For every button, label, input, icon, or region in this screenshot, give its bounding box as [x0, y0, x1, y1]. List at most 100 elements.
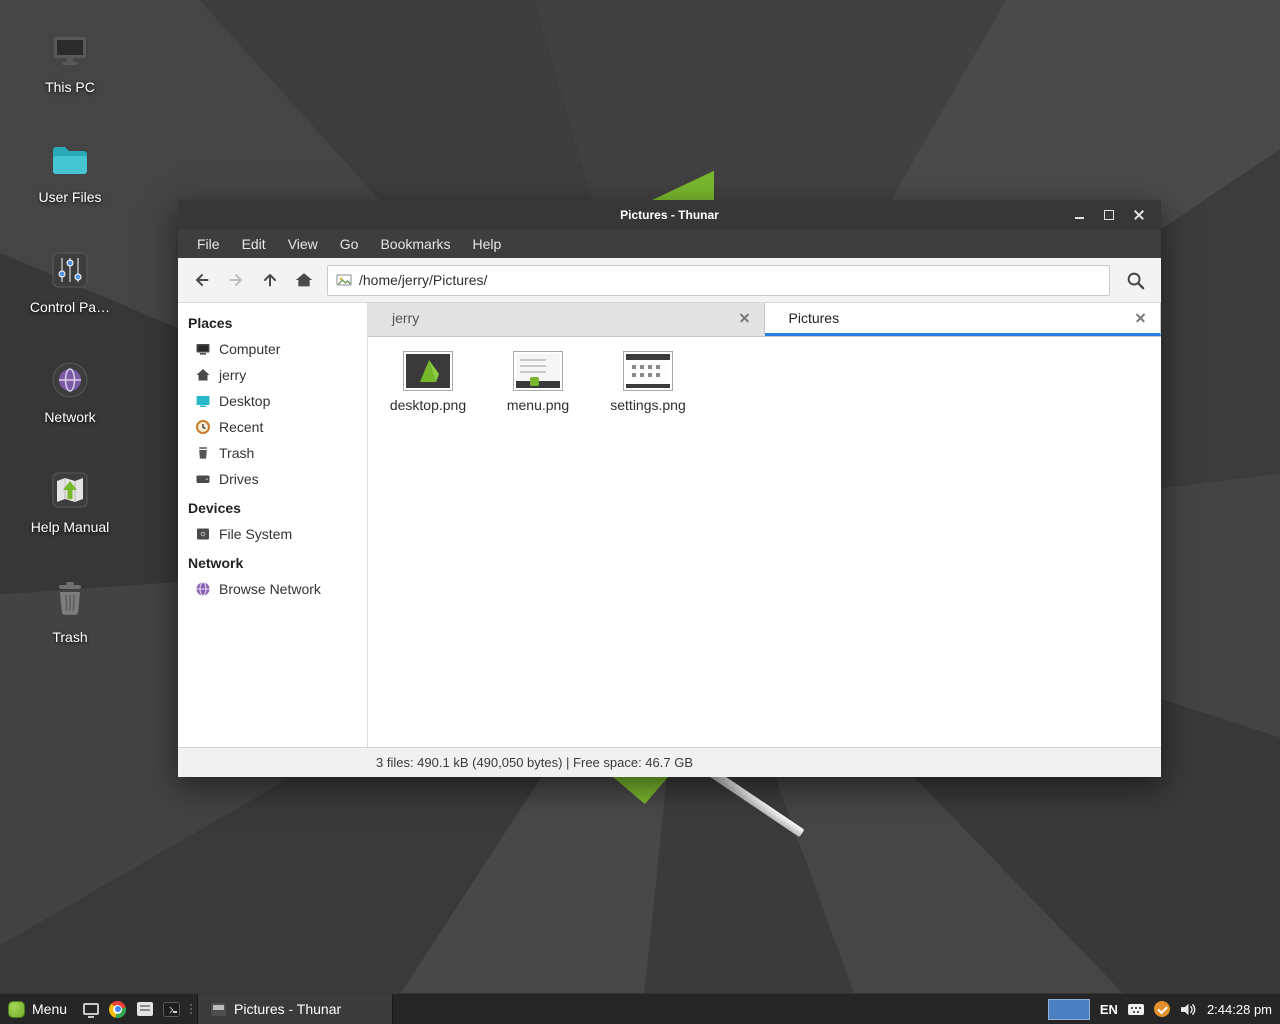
- menu-file[interactable]: File: [186, 230, 231, 258]
- menu-bookmarks[interactable]: Bookmarks: [369, 230, 461, 258]
- file-name: menu.png: [490, 397, 586, 413]
- sidebar-section-network: Network: [178, 547, 367, 576]
- tab-pictures[interactable]: Pictures: [765, 303, 1162, 336]
- sidebar-item-recent[interactable]: Recent: [178, 414, 367, 440]
- file-name: settings.png: [600, 397, 696, 413]
- workspace-pager[interactable]: [1048, 999, 1090, 1020]
- terminal-icon: [163, 1002, 180, 1017]
- sidebar-item-trash[interactable]: Trash: [178, 440, 367, 466]
- search-button[interactable]: [1118, 265, 1152, 295]
- back-icon: [192, 270, 212, 290]
- sidebar-item-label: Drives: [219, 471, 259, 487]
- keyboard-icon[interactable]: [1128, 1004, 1144, 1015]
- desktop-icon-network[interactable]: Network: [18, 356, 122, 425]
- tasklist-grip: [185, 994, 197, 1024]
- tab-close-icon[interactable]: [1132, 309, 1150, 327]
- sidebar-item-label: Recent: [219, 419, 263, 435]
- clock[interactable]: 2:44:28 pm: [1207, 1002, 1272, 1017]
- show-desktop-button[interactable]: [77, 994, 104, 1024]
- titlebar[interactable]: Pictures - Thunar: [178, 200, 1161, 230]
- menu-go[interactable]: Go: [329, 230, 370, 258]
- file-item-desktop-png[interactable]: desktop.png: [380, 351, 476, 413]
- desktop-icon-trash[interactable]: Trash: [18, 576, 122, 645]
- browser-launcher[interactable]: [104, 994, 131, 1024]
- sidebar-item-label: Trash: [219, 445, 254, 461]
- sidebar-item-label: Desktop: [219, 393, 270, 409]
- tab-close-icon[interactable]: [736, 309, 754, 327]
- file-item-menu-png[interactable]: menu.png: [490, 351, 586, 413]
- sidebar-item-desktop[interactable]: Desktop: [178, 388, 367, 414]
- home-icon: [195, 367, 211, 383]
- sidebar-item-file-system[interactable]: File System: [178, 521, 367, 547]
- tabbar: jerry Pictures: [368, 303, 1161, 337]
- menu-logo-icon: [8, 1001, 25, 1018]
- sidebar-item-label: Browse Network: [219, 581, 321, 597]
- file-thumbnail: [513, 351, 563, 391]
- sidebar-item-home[interactable]: jerry: [178, 362, 367, 388]
- status-text: 3 files: 490.1 kB (490,050 bytes) | Free…: [376, 755, 693, 770]
- desktop-icon-help-manual[interactable]: Help Manual: [18, 466, 122, 535]
- sidebar-item-label: jerry: [219, 367, 246, 383]
- menu-edit[interactable]: Edit: [231, 230, 277, 258]
- home-icon: [294, 270, 314, 290]
- menu-help[interactable]: Help: [462, 230, 513, 258]
- sidebar-item-label: Computer: [219, 341, 280, 357]
- sidebar-section-places: Places: [178, 307, 367, 336]
- start-menu-button[interactable]: Menu: [0, 994, 77, 1024]
- globe-icon: [195, 581, 211, 597]
- desktop-icon-control-panel[interactable]: Control Pa…: [18, 246, 122, 315]
- toolbar: /home/jerry/Pictures/: [178, 258, 1161, 303]
- desktop-icon-label: This PC: [18, 79, 122, 95]
- drive-icon: [195, 471, 211, 487]
- file-item-settings-png[interactable]: settings.png: [600, 351, 696, 413]
- terminal-launcher[interactable]: [158, 994, 185, 1024]
- chrome-icon: [109, 1001, 126, 1018]
- back-button[interactable]: [187, 265, 217, 295]
- sidebar-section-devices: Devices: [178, 492, 367, 521]
- up-icon: [260, 270, 280, 290]
- volume-icon[interactable]: [1180, 1002, 1197, 1017]
- forward-icon: [226, 270, 246, 290]
- desktop-icon-label: Control Pa…: [18, 299, 122, 315]
- forward-button[interactable]: [221, 265, 251, 295]
- path-text: /home/jerry/Pictures/: [359, 272, 487, 288]
- close-icon[interactable]: [1129, 205, 1149, 225]
- keyboard-layout-indicator[interactable]: EN: [1100, 1002, 1118, 1017]
- menu-view[interactable]: View: [277, 230, 329, 258]
- clock-icon: [195, 419, 211, 435]
- file-name: desktop.png: [380, 397, 476, 413]
- tab-jerry[interactable]: jerry: [368, 303, 765, 336]
- thunar-window: Pictures - Thunar File Edit View Go Book…: [178, 200, 1161, 777]
- thunar-icon: [211, 1003, 226, 1016]
- files-icon: [137, 1002, 153, 1016]
- maximize-icon[interactable]: [1099, 205, 1119, 225]
- desktop-icon-this-pc[interactable]: This PC: [18, 26, 122, 95]
- computer-icon: [195, 341, 211, 357]
- sidebar-item-drives[interactable]: Drives: [178, 466, 367, 492]
- menu-button-label: Menu: [32, 1001, 67, 1017]
- sidebar-item-computer[interactable]: Computer: [178, 336, 367, 362]
- desktop-icon-label: Help Manual: [18, 519, 122, 535]
- update-icon[interactable]: [1154, 1001, 1170, 1017]
- files-launcher[interactable]: [131, 994, 158, 1024]
- minimize-icon[interactable]: [1069, 205, 1089, 225]
- taskbar-task-pictures-thunar[interactable]: Pictures - Thunar: [197, 994, 393, 1024]
- network-globe-icon: [46, 356, 94, 404]
- picture-icon: [336, 272, 352, 288]
- up-button[interactable]: [255, 265, 285, 295]
- search-icon: [1125, 270, 1146, 291]
- file-pane: jerry Pictures desktop.png: [368, 303, 1161, 747]
- menubar: File Edit View Go Bookmarks Help: [178, 230, 1161, 258]
- desktop-icon-label: User Files: [18, 189, 122, 205]
- sidebar-item-browse-network[interactable]: Browse Network: [178, 576, 367, 602]
- path-input[interactable]: /home/jerry/Pictures/: [327, 265, 1110, 296]
- statusbar: 3 files: 490.1 kB (490,050 bytes) | Free…: [178, 747, 1161, 777]
- folder-icon: [46, 136, 94, 184]
- file-thumbnail: [403, 351, 453, 391]
- desktop-icon-user-files[interactable]: User Files: [18, 136, 122, 205]
- computer-icon: [46, 26, 94, 74]
- home-button[interactable]: [289, 265, 319, 295]
- control-panel-icon: [46, 246, 94, 294]
- trash-icon: [46, 576, 94, 624]
- tab-label: Pictures: [789, 310, 840, 326]
